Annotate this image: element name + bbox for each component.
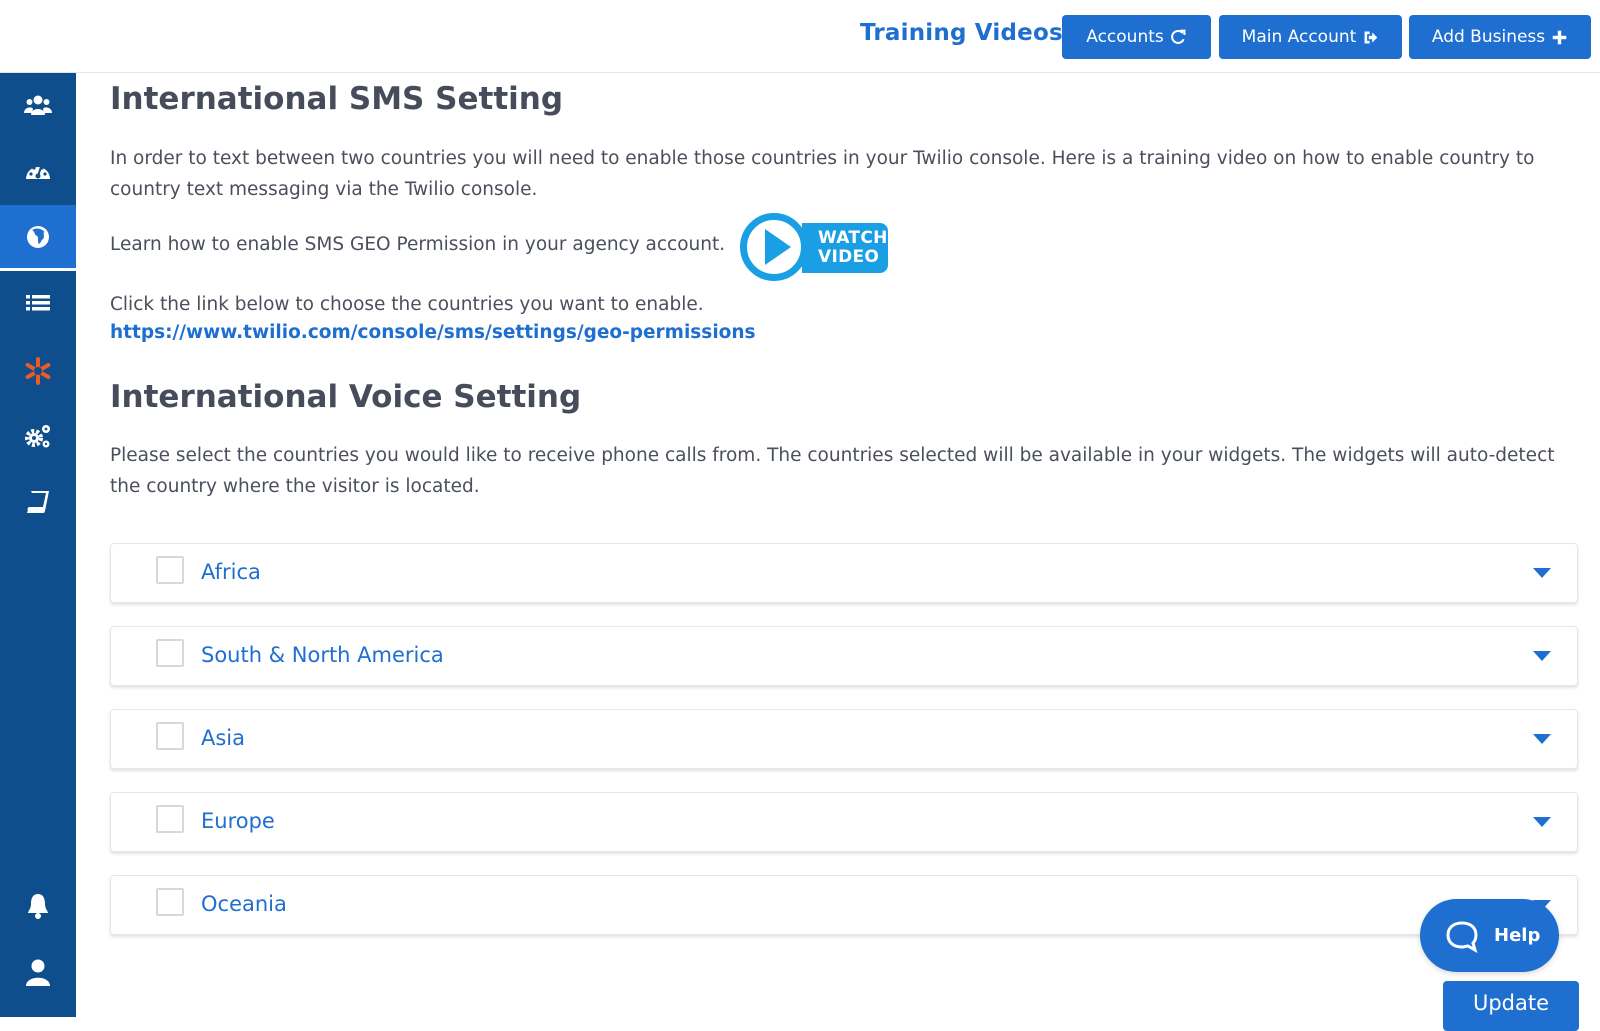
sidebar-item-dashboard[interactable] bbox=[0, 139, 76, 205]
region-accordion-oceania[interactable]: Oceania bbox=[110, 875, 1578, 935]
sms-description: In order to text between two countries y… bbox=[110, 148, 1535, 200]
accounts-button[interactable]: Accounts bbox=[1062, 15, 1211, 59]
sms-setting-title: International SMS Setting bbox=[110, 81, 564, 117]
list-icon bbox=[26, 295, 50, 311]
region-label: Oceania bbox=[201, 892, 287, 916]
caret-down-icon[interactable] bbox=[1533, 651, 1551, 661]
sidebar-item-profile[interactable] bbox=[0, 939, 76, 1005]
watch-video-tag: WATCH VIDEO bbox=[802, 223, 888, 273]
caret-down-icon[interactable] bbox=[1533, 568, 1551, 578]
sidebar-item-settings[interactable] bbox=[0, 403, 76, 469]
caret-down-icon[interactable] bbox=[1533, 817, 1551, 827]
chat-bubble-icon bbox=[1446, 920, 1478, 953]
region-label: South & North America bbox=[201, 643, 444, 667]
watch-video-line2: VIDEO bbox=[818, 247, 880, 267]
region-checkbox-americas[interactable] bbox=[156, 639, 184, 667]
top-header: Training Videos Accounts Main Account Ad… bbox=[0, 0, 1600, 73]
caret-down-icon[interactable] bbox=[1533, 734, 1551, 744]
refresh-icon bbox=[1170, 29, 1186, 44]
cogs-icon bbox=[25, 425, 50, 448]
update-button[interactable]: Update bbox=[1443, 981, 1579, 1031]
geo-permissions-link[interactable]: https://www.twilio.com/console/sms/setti… bbox=[110, 322, 756, 343]
region-checkbox-oceania[interactable] bbox=[156, 888, 184, 916]
region-accordion-africa[interactable]: Africa bbox=[110, 543, 1578, 603]
sidebar-item-international[interactable] bbox=[0, 205, 76, 271]
sidebar-item-users[interactable] bbox=[0, 73, 76, 139]
region-checkbox-europe[interactable] bbox=[156, 805, 184, 833]
add-business-button-label: Add Business bbox=[1431, 27, 1546, 47]
book-icon bbox=[27, 491, 49, 513]
bell-icon bbox=[28, 894, 48, 919]
help-label: Help bbox=[1494, 925, 1541, 946]
region-label: Africa bbox=[201, 560, 261, 584]
training-videos-link[interactable]: Training Videos bbox=[860, 20, 1063, 46]
sidebar-item-list[interactable] bbox=[0, 271, 76, 337]
main-account-button-label: Main Account bbox=[1241, 27, 1357, 47]
user-icon bbox=[26, 959, 50, 986]
watch-video-button[interactable]: WATCH VIDEO bbox=[740, 213, 888, 283]
region-checkbox-africa[interactable] bbox=[156, 556, 184, 584]
region-accordion-asia[interactable]: Asia bbox=[110, 709, 1578, 769]
users-icon bbox=[24, 95, 52, 115]
region-checkbox-asia[interactable] bbox=[156, 722, 184, 750]
play-icon bbox=[740, 213, 808, 281]
sms-click-text: Click the link below to choose the count… bbox=[110, 294, 704, 315]
voice-description: Please select the countries you would li… bbox=[110, 445, 1555, 497]
region-label: Europe bbox=[201, 809, 275, 833]
sidebar-item-notifications[interactable] bbox=[0, 873, 76, 939]
asterisk-icon bbox=[25, 357, 51, 385]
globe-icon bbox=[27, 225, 49, 248]
sidebar-item-integrations[interactable] bbox=[0, 338, 76, 404]
watch-video-line1: WATCH bbox=[818, 228, 888, 248]
sidebar bbox=[0, 73, 76, 1017]
plus-icon bbox=[1552, 30, 1567, 44]
accounts-button-label: Accounts bbox=[1086, 27, 1164, 47]
sms-learn-text: Learn how to enable SMS GEO Permission i… bbox=[110, 234, 726, 255]
region-label: Asia bbox=[201, 726, 246, 750]
region-accordion-americas[interactable]: South & North America bbox=[110, 626, 1578, 686]
sign-in-icon bbox=[1364, 31, 1378, 43]
add-business-button[interactable]: Add Business bbox=[1409, 15, 1591, 59]
dashboard-icon bbox=[26, 166, 50, 179]
sidebar-item-docs[interactable] bbox=[0, 469, 76, 535]
region-accordion-europe[interactable]: Europe bbox=[110, 792, 1578, 852]
help-widget-button[interactable]: Help bbox=[1420, 899, 1559, 972]
voice-setting-title: International Voice Setting bbox=[110, 379, 582, 415]
main-account-button[interactable]: Main Account bbox=[1219, 15, 1402, 59]
